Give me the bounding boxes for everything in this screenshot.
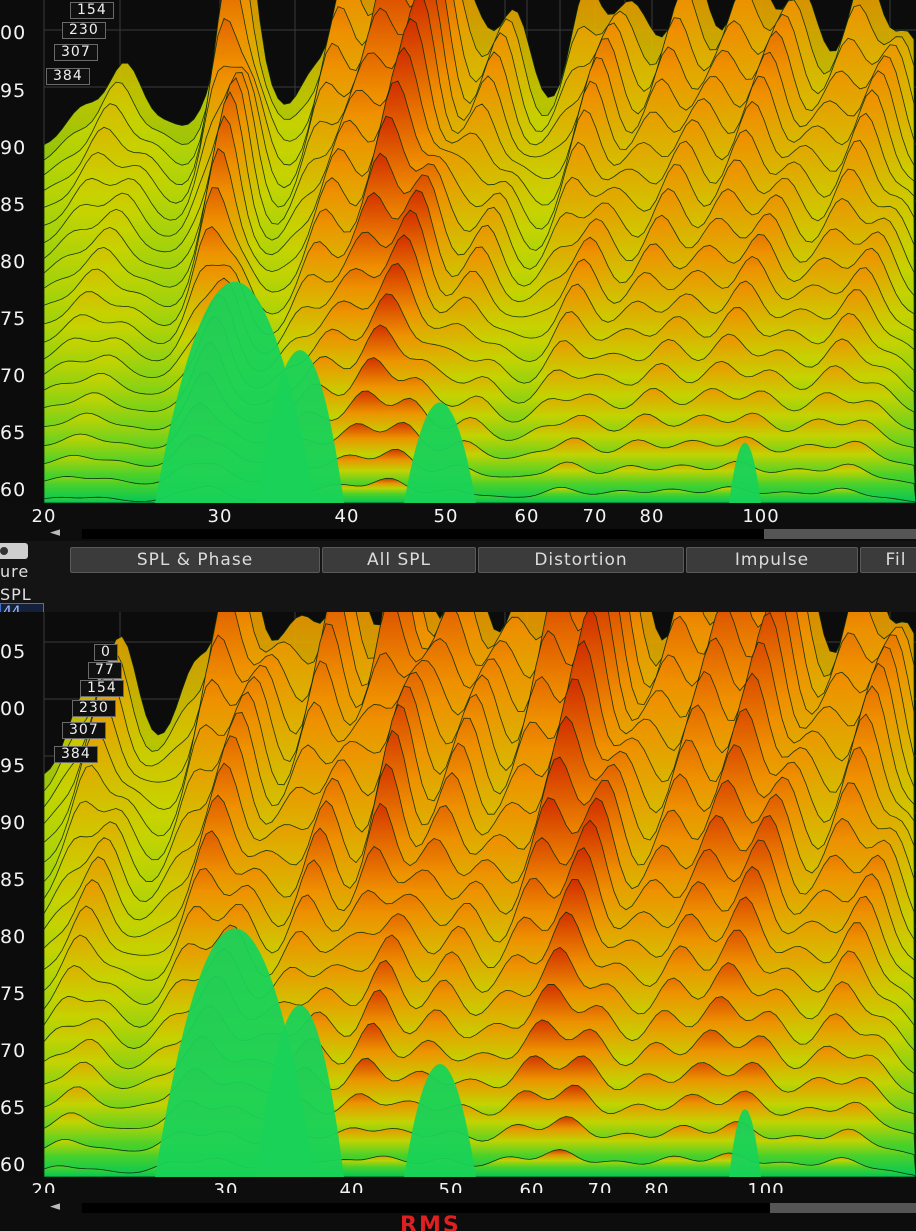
y-tick: 65: [0, 422, 27, 444]
slice-label: 307: [54, 44, 98, 61]
tab-filters[interactable]: Fil: [860, 547, 916, 573]
y-tick: 95: [0, 80, 27, 102]
waterfall-plot-top[interactable]: 00 95 90 85 80 75 70 65 60 154 230 307 3…: [0, 0, 916, 503]
x-tick: 70: [582, 506, 608, 527]
scroll-thumb[interactable]: [764, 529, 916, 539]
y-tick: 90: [0, 812, 27, 834]
y-tick: 60: [0, 1154, 27, 1176]
scroll-left-icon[interactable]: ◄: [50, 1199, 60, 1214]
tab-distortion[interactable]: Distortion: [478, 547, 684, 573]
waterfall-surface-top: [43, 0, 916, 503]
slice-label: 384: [54, 746, 98, 763]
x-tick: 20: [31, 506, 57, 527]
rms-label: RMS: [400, 1213, 461, 1231]
y-tick: 80: [0, 926, 27, 948]
measure-label: ure: [0, 562, 30, 581]
slice-label: 384: [46, 68, 90, 85]
slice-label: 230: [72, 700, 116, 717]
y-tick: 00: [0, 698, 27, 720]
tab-impulse[interactable]: Impulse: [686, 547, 858, 573]
y-tick: 75: [0, 983, 27, 1005]
slice-label: 154: [70, 2, 114, 19]
y-tick: 75: [0, 308, 27, 330]
waterfall-plot-bottom[interactable]: 05 00 95 90 85 80 75 70 65 60 0 77 154 2…: [0, 612, 916, 1177]
scroll-track[interactable]: [82, 529, 916, 539]
y-tick: 85: [0, 869, 27, 891]
y-tick: 85: [0, 194, 27, 216]
y-tick: 00: [0, 22, 27, 44]
scroll-left-icon[interactable]: ◄: [50, 525, 60, 540]
slice-label: 0: [94, 644, 118, 661]
slice-label: 230: [62, 22, 106, 39]
x-tick: 30: [207, 506, 233, 527]
y-tick: 65: [0, 1097, 27, 1119]
x-tick: 40: [334, 506, 360, 527]
slice-label: 77: [88, 662, 122, 679]
x-tick: 80: [639, 506, 665, 527]
scroll-thumb[interactable]: [770, 1203, 916, 1213]
x-tick: 60: [514, 506, 540, 527]
horizontal-scrollbar-top[interactable]: ◄: [0, 525, 916, 541]
tab-all-spl[interactable]: All SPL: [322, 547, 476, 573]
y-tick: 60: [0, 479, 27, 501]
scroll-track[interactable]: [82, 1203, 916, 1213]
y-tick: 05: [0, 641, 27, 663]
slice-label: 154: [80, 680, 124, 697]
x-tick: 50: [433, 506, 459, 527]
y-tick: 90: [0, 137, 27, 159]
eye-icon[interactable]: [0, 543, 28, 559]
spl-label: SPL: [0, 585, 32, 604]
slice-label: 307: [62, 722, 106, 739]
x-tick: 100: [742, 506, 780, 527]
tab-bar: SPL & Phase All SPL Distortion Impulse F…: [0, 541, 916, 612]
tab-spl-phase[interactable]: SPL & Phase: [70, 547, 320, 573]
waterfall-surface-bottom: [43, 612, 916, 1177]
x-axis-top: 20 30 40 50 60 70 80 100: [0, 503, 916, 529]
y-tick: 70: [0, 365, 27, 387]
y-tick: 70: [0, 1040, 27, 1062]
y-tick: 80: [0, 251, 27, 273]
y-tick: 95: [0, 755, 27, 777]
